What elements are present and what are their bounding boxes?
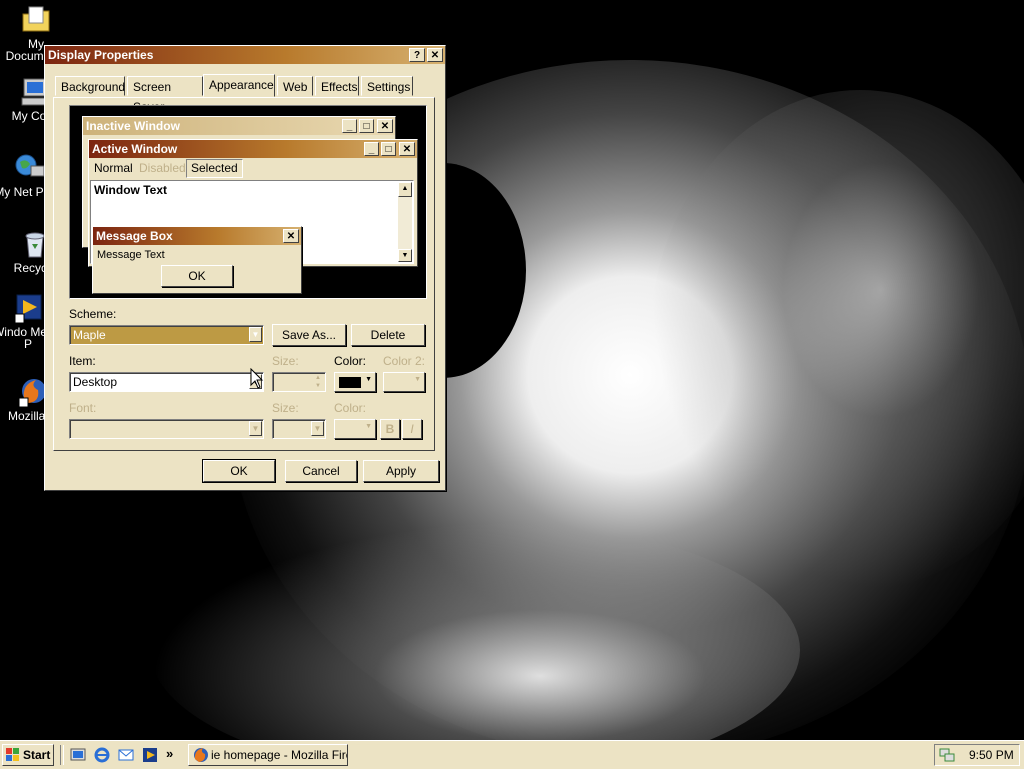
preview-menu-normal: Normal (94, 161, 133, 175)
folder-documents-icon (20, 4, 52, 36)
close-icon: ✕ (283, 229, 299, 243)
display-properties-dialog: Display Properties ? ✕ Background Screen… (44, 45, 446, 491)
preview-active-titlebar: Active Window _ □ ✕ (89, 140, 417, 158)
preview-menu-selected: Selected (186, 159, 243, 178)
item-label: Item: (69, 354, 96, 368)
preview-msgbox-titlebar: Message Box ✕ (93, 227, 301, 245)
spinner-arrows-icon: ▲ ▼ (315, 375, 321, 389)
clock[interactable]: 9:50 PM (969, 748, 1014, 762)
chevron-down-icon: ▼ (365, 423, 372, 430)
tab-effects[interactable]: Effects (315, 76, 359, 96)
taskbar-task-firefox[interactable]: ie homepage - Mozilla Firefox (188, 744, 348, 766)
taskbar-separator (60, 745, 64, 765)
network-tray-icon[interactable] (939, 747, 955, 766)
tab-screen-saver[interactable]: Screen Saver (127, 76, 203, 114)
preview-ok-button: OK (161, 265, 233, 287)
item-dropdown[interactable]: Desktop ▼ (69, 372, 264, 392)
close-icon: ✕ (430, 50, 440, 61)
font-size-label: Size: (272, 401, 299, 415)
preview-message-box: Message Box ✕ Message Text OK (92, 226, 302, 294)
show-desktop-icon[interactable] (70, 747, 86, 763)
apply-button[interactable]: Apply (363, 460, 439, 482)
network-places-icon (14, 152, 46, 184)
preview-window-text: Window Text (94, 183, 167, 197)
italic-button[interactable]: I (402, 419, 422, 439)
preview-menu-disabled: Disabled (139, 161, 186, 175)
maximize-icon: □ (381, 142, 396, 156)
delete-button[interactable]: Delete (351, 324, 425, 346)
item-size-spinner[interactable]: ▲ ▼ (272, 372, 326, 392)
dialog-titlebar[interactable]: Display Properties ? ✕ (45, 46, 445, 64)
ok-button[interactable]: OK (202, 459, 276, 483)
item-size-label: Size: (272, 354, 299, 368)
scheme-dropdown[interactable]: Maple ▼ (69, 325, 264, 345)
chevron-down-icon: ▼ (249, 327, 262, 342)
minimize-icon: _ (342, 119, 357, 133)
outlook-express-icon[interactable] (118, 747, 134, 763)
windows-logo-icon (6, 748, 20, 768)
font-color-button[interactable]: ▼ (334, 419, 376, 439)
chevron-down-icon: ▼ (311, 421, 324, 436)
item-color2-button[interactable]: ▼ (383, 372, 425, 392)
scroll-up-arrow-icon: ▲ (398, 182, 412, 197)
color-swatch (339, 377, 361, 388)
item-color-label: Color: (334, 354, 367, 368)
maximize-icon: □ (359, 119, 374, 133)
appearance-preview: Inactive Window _ □ ✕ Active Window _ □ … (69, 105, 427, 299)
start-button[interactable]: Start (2, 744, 54, 766)
chevron-down-icon: ▼ (365, 376, 372, 383)
tab-web[interactable]: Web (277, 76, 313, 96)
media-player-icon[interactable] (142, 747, 158, 763)
close-icon: ✕ (399, 142, 415, 156)
mouse-pointer-icon (250, 367, 264, 393)
dialog-title: Display Properties (48, 48, 154, 62)
scheme-label: Scheme: (69, 307, 117, 321)
system-tray: 9:50 PM (934, 744, 1020, 766)
font-dropdown[interactable]: ▼ (69, 419, 264, 439)
item-color2-label: Color 2: (383, 354, 426, 368)
tab-strip: Background Screen Saver Appearance Web E… (55, 74, 435, 114)
bold-icon: B (385, 422, 395, 436)
start-label: Start (23, 748, 51, 762)
italic-icon: I (410, 422, 414, 436)
chevron-down-icon: ▼ (414, 376, 421, 383)
media-player-icon (12, 292, 44, 324)
font-size-dropdown[interactable]: ▼ (272, 419, 326, 439)
font-label: Font: (69, 401, 97, 415)
preview-scrollbar: ▲ ▼ (398, 182, 412, 262)
firefox-icon (193, 747, 209, 765)
appearance-page: Inactive Window _ □ ✕ Active Window _ □ … (53, 97, 435, 451)
close-button[interactable]: ✕ (427, 48, 443, 62)
bold-button[interactable]: B (380, 419, 400, 439)
item-color-button[interactable]: ▼ (334, 372, 376, 392)
chevron-down-icon: ▼ (249, 421, 262, 436)
minimize-icon: _ (364, 142, 379, 156)
cancel-button[interactable]: Cancel (285, 460, 357, 482)
tab-background[interactable]: Background (55, 76, 125, 96)
preview-message-text: Message Text (97, 249, 165, 261)
close-icon: ✕ (377, 119, 393, 133)
help-icon: ? (413, 50, 421, 61)
help-button[interactable]: ? (409, 48, 425, 62)
internet-explorer-icon[interactable] (94, 747, 110, 763)
font-color-label: Color: (334, 401, 367, 415)
tab-settings[interactable]: Settings (361, 76, 413, 96)
taskbar-task-label: ie homepage - Mozilla Firefox (211, 748, 347, 762)
tab-appearance[interactable]: Appearance (203, 74, 275, 97)
save-as-button[interactable]: Save As... (272, 324, 346, 346)
scroll-down-arrow-icon: ▼ (398, 249, 412, 262)
quicklaunch-chevron-icon[interactable]: » (166, 746, 173, 761)
preview-inactive-titlebar: Inactive Window _ □ ✕ (83, 117, 395, 135)
taskbar: Start » ie homepage - Mozilla Firefox 9:… (0, 740, 1024, 769)
preview-menu-bar: Normal Disabled Selected (89, 158, 417, 178)
